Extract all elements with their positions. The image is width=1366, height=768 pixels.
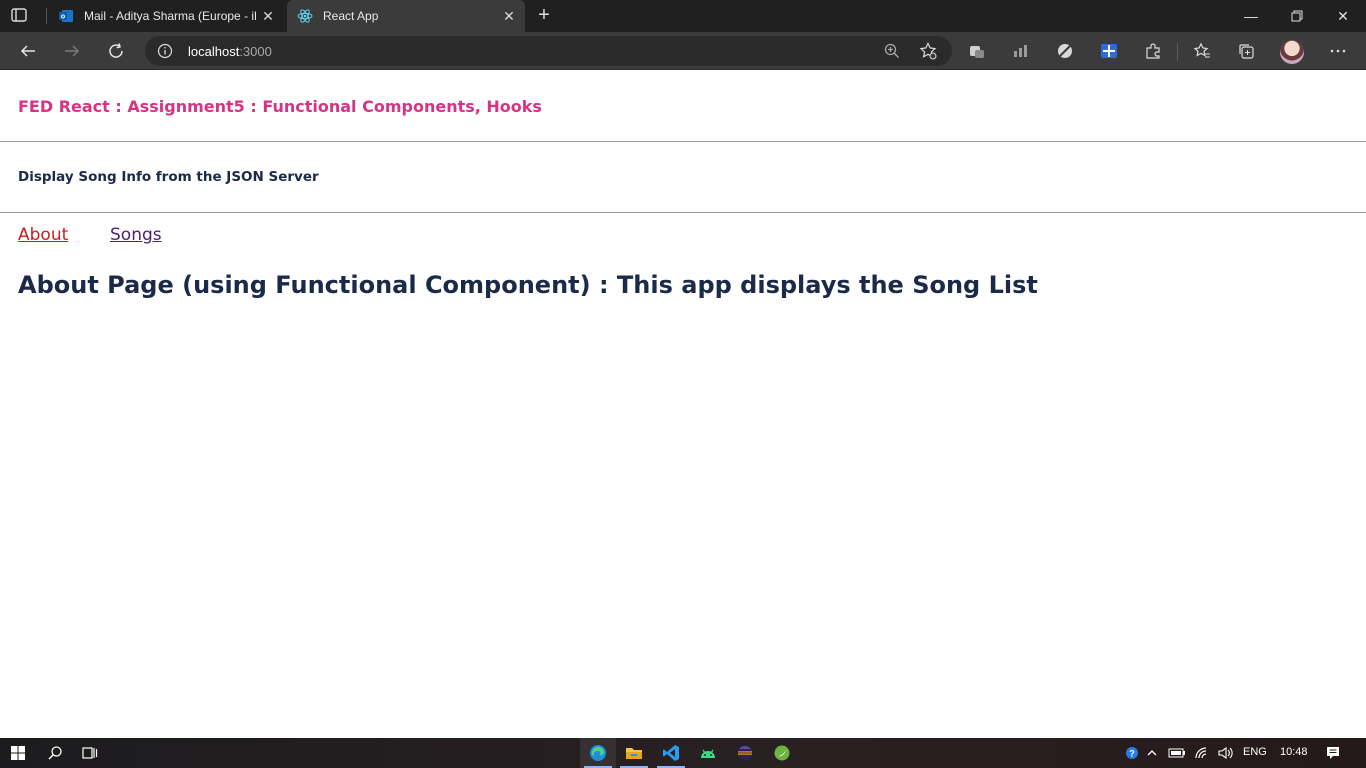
divider (0, 141, 1366, 142)
chevron-up-icon[interactable] (1140, 738, 1164, 768)
restore-icon[interactable] (1274, 0, 1320, 32)
spring-icon[interactable] (764, 738, 800, 768)
browser-tab-strip: o Mail - Aditya Sharma (Europe - il ✕ Re… (0, 0, 1366, 32)
windows-start-icon[interactable] (0, 738, 36, 768)
chart-extension-icon[interactable] (1012, 42, 1030, 60)
plane-extension-icon[interactable] (1100, 42, 1118, 60)
close-window-icon[interactable]: ✕ (1320, 0, 1366, 32)
collections-icon[interactable] (1237, 42, 1255, 60)
clock-time[interactable]: 10:48 (1280, 746, 1308, 758)
notifications-icon[interactable] (1318, 738, 1348, 768)
more-menu-icon[interactable] (1329, 42, 1347, 60)
page-subtitle: Display Song Info from the JSON Server (18, 169, 319, 185)
app-title: FED React : Assignment5 : Functional Com… (18, 97, 542, 116)
url-port: :3000 (239, 44, 272, 59)
url-host: localhost (188, 44, 240, 59)
tab-actions-icon[interactable] (10, 6, 38, 26)
svg-text:?: ? (1129, 749, 1135, 759)
favorites-icon[interactable] (1193, 42, 1211, 60)
edge-icon[interactable] (580, 738, 616, 768)
zoom-icon[interactable] (883, 42, 901, 60)
react-icon (297, 8, 313, 24)
add-favorite-icon[interactable] (919, 42, 937, 60)
outlook-icon: o (58, 8, 74, 24)
extension-icon[interactable] (968, 42, 986, 60)
close-icon[interactable]: ✕ (256, 4, 280, 28)
task-view-icon[interactable] (72, 738, 108, 768)
minimize-icon[interactable]: — (1228, 0, 1274, 32)
blocker-extension-icon[interactable] (1056, 42, 1074, 60)
forward-icon[interactable] (58, 37, 86, 65)
volume-icon[interactable] (1213, 738, 1237, 768)
android-studio-icon[interactable] (690, 738, 726, 768)
new-tab-button[interactable]: + (532, 4, 556, 28)
toolbar-separator (1177, 43, 1178, 61)
browser-toolbar: localhost:3000 (0, 32, 1366, 70)
tab-separator (46, 8, 47, 24)
tab-react-app[interactable]: React App ✕ (287, 0, 525, 32)
battery-icon[interactable] (1164, 738, 1190, 768)
tab-mail[interactable]: o Mail - Aditya Sharma (Europe - il ✕ (48, 0, 284, 32)
nav-link-about[interactable]: About (18, 225, 68, 245)
address-bar[interactable]: localhost:3000 (145, 36, 952, 66)
page-content: FED React : Assignment5 : Functional Com… (0, 71, 1366, 738)
divider (0, 212, 1366, 213)
extensions-puzzle-icon[interactable] (1144, 42, 1162, 60)
about-heading: About Page (using Functional Component) … (18, 271, 1038, 299)
site-info-icon[interactable] (157, 43, 173, 59)
back-icon[interactable] (14, 37, 42, 65)
language-indicator[interactable]: ENG (1243, 746, 1267, 758)
search-icon[interactable] (37, 738, 73, 768)
tab-title: React App (323, 9, 379, 23)
windows-taskbar: ? ENG 10:48 (0, 738, 1366, 768)
nav-link-songs[interactable]: Songs (110, 225, 162, 245)
wifi-icon[interactable] (1190, 738, 1214, 768)
eclipse-icon[interactable] (727, 738, 763, 768)
vscode-icon[interactable] (653, 738, 689, 768)
tab-title: Mail - Aditya Sharma (Europe - il (84, 9, 256, 23)
profile-avatar[interactable] (1280, 40, 1304, 64)
svg-text:o: o (61, 14, 65, 21)
url-text: localhost:3000 (188, 44, 272, 59)
close-icon[interactable]: ✕ (497, 4, 521, 28)
refresh-icon[interactable] (102, 37, 130, 65)
file-explorer-icon[interactable] (616, 738, 652, 768)
